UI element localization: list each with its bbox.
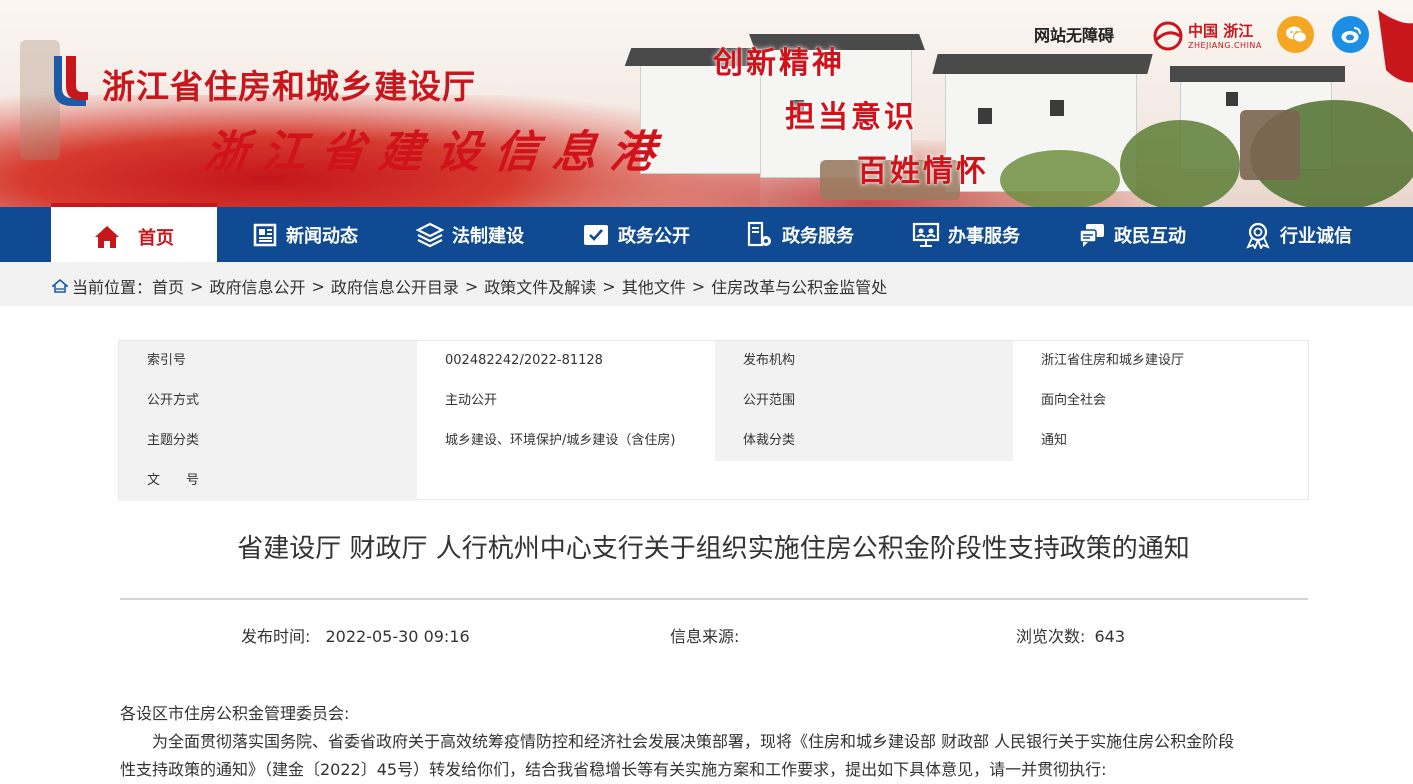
meta-value xyxy=(417,461,715,501)
meta-label: 发布机构 xyxy=(715,341,1013,381)
meta-label: 公开方式 xyxy=(119,381,417,421)
breadcrumb-separator: > xyxy=(602,276,616,296)
nav-item-news[interactable]: 新闻动态 xyxy=(235,207,375,262)
document-meta-table: 索引号 002482242/2022-81128 发布机构 浙江省住房和城乡建设… xyxy=(118,340,1310,501)
breadcrumb-gov-info[interactable]: 政府信息公开 xyxy=(209,274,305,298)
nav-label-news: 新闻动态 xyxy=(286,225,358,247)
meta-label: 文 号 xyxy=(119,461,417,501)
meta-row: 索引号 002482242/2022-81128 发布机构 浙江省住房和城乡建设… xyxy=(119,341,1310,381)
nav-label-home: 首页 xyxy=(138,227,174,249)
meta-label: 体裁分类 xyxy=(715,421,1013,461)
header-banner: 浙江省住房和城乡建设厅 浙江省建设信息港 创新精神 担当意识 百姓情怀 网站无障… xyxy=(0,0,1413,207)
breadcrumb-other-docs[interactable]: 其他文件 xyxy=(622,274,686,298)
views-info: 浏览次数: 643 xyxy=(1016,623,1125,647)
motto-responsibility: 担当意识 xyxy=(785,100,917,135)
breadcrumb-department[interactable]: 住房改革与公积金监管处 xyxy=(711,274,887,298)
nav-label-gov-service: 政务服务 xyxy=(782,225,854,247)
breadcrumb-bar: 当前位置： 首页 > 政府信息公开 > 政府信息公开目录 > 政策文件及解读 >… xyxy=(0,262,1413,306)
chat-icon xyxy=(1079,223,1104,247)
service-gear-icon xyxy=(747,221,771,246)
source-info: 信息来源: xyxy=(670,623,739,647)
breadcrumb: 当前位置： 首页 > 政府信息公开 > 政府信息公开目录 > 政策文件及解读 >… xyxy=(52,274,887,298)
title-divider xyxy=(120,598,1308,600)
article-title: 省建设厅 财政厅 人行杭州中心支行关于组织实施住房公积金阶段性支持政策的通知 xyxy=(237,534,1190,564)
nav-label-affairs-service: 办事服务 xyxy=(948,225,1020,247)
meta-label: 主题分类 xyxy=(119,421,417,461)
nav-item-home[interactable]: 首页 xyxy=(51,203,217,266)
main-nav: 首页 新闻动态 法制建设 政务公开 政务服务 办事服务 政民互动 行业诚信 xyxy=(0,203,1413,266)
nav-label-legal: 法制建设 xyxy=(452,225,524,247)
breadcrumb-prefix: 当前位置： xyxy=(72,278,153,297)
nav-label-interaction: 政民互动 xyxy=(1114,225,1186,247)
breadcrumb-policy-docs[interactable]: 政策文件及解读 xyxy=(484,274,596,298)
meta-label: 索引号 xyxy=(119,341,417,381)
publish-time-label: 发布时间: xyxy=(241,627,311,646)
views-count: 643 xyxy=(1094,627,1126,646)
nav-item-integrity[interactable]: 行业诚信 xyxy=(1228,207,1368,262)
nav-item-interaction[interactable]: 政民互动 xyxy=(1062,207,1202,262)
meta-value: 002482242/2022-81128 xyxy=(445,353,603,368)
breadcrumb-separator: > xyxy=(311,276,325,296)
meta-value: 主动公开 xyxy=(445,393,498,408)
publish-time-value: 2022-05-30 09:16 xyxy=(325,627,470,646)
motto-people: 百姓情怀 xyxy=(857,154,989,189)
zhejiang-logo-text: 中国 浙江 xyxy=(1188,22,1254,40)
breadcrumb-separator: > xyxy=(464,276,479,296)
meta-row: 公开方式 主动公开 公开范围 面向全社会 xyxy=(119,381,1310,421)
breadcrumb-separator: > xyxy=(190,276,204,296)
nav-label-integrity: 行业诚信 xyxy=(1280,225,1352,247)
source-label: 信息来源: xyxy=(670,627,740,646)
breadcrumb-gov-info-catalog[interactable]: 政府信息公开目录 xyxy=(331,274,459,298)
nav-label-gov-affairs: 政务公开 xyxy=(618,225,690,247)
article-paragraph-line: 性支持政策的通知》（建金〔2022〕45号）转发给你们，结合我省稳增长等有关实施… xyxy=(120,760,1107,779)
nav-item-gov-service[interactable]: 政务服务 xyxy=(730,207,870,262)
wechat-icon xyxy=(1285,26,1307,43)
department-logo-icon xyxy=(54,56,88,106)
weibo-button[interactable] xyxy=(1332,16,1369,53)
breadcrumb-separator: > xyxy=(691,276,706,296)
users-screen-icon xyxy=(912,222,940,247)
motto-innovation: 创新精神 xyxy=(713,46,845,81)
nav-item-legal[interactable]: 法制建设 xyxy=(400,207,540,262)
views-label: 浏览次数: xyxy=(1016,627,1086,646)
zhejiang-logo-subtext: ZHEJIANG.CHINA xyxy=(1188,41,1262,50)
accessibility-link[interactable]: 网站无障碍 xyxy=(1034,22,1114,46)
article-paragraph-line: 为全面贯彻落实国务院、省委省政府关于高效统筹疫情防控和经济社会发展决策部署，现将… xyxy=(152,732,1235,751)
meta-value: 面向全社会 xyxy=(1041,393,1107,408)
meta-value: 城乡建设、环境保护/城乡建设（含住房) xyxy=(445,433,676,448)
breadcrumb-home[interactable]: 首页 xyxy=(152,274,184,298)
meta-value: 通知 xyxy=(1041,433,1068,448)
red-flag-decoration-icon xyxy=(1378,10,1413,83)
site-name[interactable]: 浙江省住房和城乡建设厅 xyxy=(102,60,476,108)
meta-row: 主题分类 城乡建设、环境保护/城乡建设（含住房) 体裁分类 通知 xyxy=(119,421,1310,461)
home-icon xyxy=(95,225,119,248)
nav-item-affairs-service[interactable]: 办事服务 xyxy=(896,207,1036,262)
news-icon xyxy=(253,223,277,246)
site-slogan: 浙江省建设信息港 xyxy=(201,127,672,178)
article-salutation: 各设区市住房公积金管理委员会: xyxy=(120,704,350,723)
wechat-button[interactable] xyxy=(1277,16,1314,53)
medal-icon xyxy=(1246,222,1270,249)
check-board-icon xyxy=(584,224,608,245)
meta-label: 公开范围 xyxy=(715,381,1013,421)
weibo-icon xyxy=(1341,26,1361,43)
nav-item-gov-affairs[interactable]: 政务公开 xyxy=(566,207,706,262)
layers-icon xyxy=(416,222,444,247)
location-home-icon xyxy=(52,279,68,293)
publish-time-info: 发布时间: 2022-05-30 09:16 xyxy=(241,623,470,647)
meta-value: 浙江省住房和城乡建设厅 xyxy=(1041,353,1185,368)
meta-row: 文 号 xyxy=(119,461,1310,501)
